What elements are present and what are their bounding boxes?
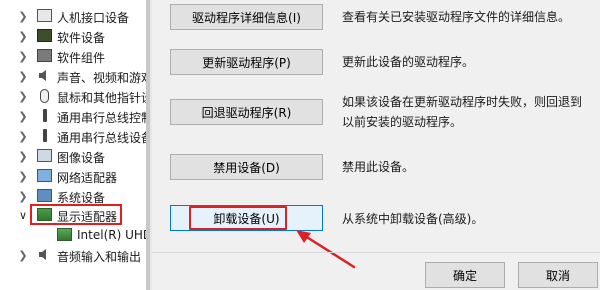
speaker-icon [37,69,52,82]
usb-icon [43,129,47,142]
chevron-right-icon[interactable]: ❯ [17,86,29,106]
tree-item-imaging[interactable]: ❯ 图像设备 [0,146,146,166]
disable-device-description: 禁用此设备。 [342,160,415,174]
tree-item-network-adapters[interactable]: ❯ 网络适配器 [0,166,146,186]
tree-item-label: 鼠标和其他指针设备 [57,91,146,105]
tree-item-label: 软件设备 [57,31,106,45]
camera-icon [37,149,52,162]
chevron-right-icon[interactable]: ❯ [17,126,29,146]
chevron-right-icon[interactable]: ❯ [17,106,29,126]
tree-item-system-devices[interactable]: ❯ 系统设备 [0,186,146,206]
roll-back-driver-description: 如果该设备在更新驱动程序时失败，则回退到以前安装的驱动程序。 [342,95,583,129]
ok-button[interactable]: 确定 [425,262,505,288]
software-device-icon [37,29,52,42]
usb-icon [43,109,47,122]
roll-back-driver-button[interactable]: 回退驱动程序(R) [170,99,323,125]
tree-item-intel-uhd[interactable]: Intel(R) UHD Graphics [0,225,146,245]
chevron-right-icon[interactable]: ❯ [17,6,29,26]
update-driver-button[interactable]: 更新驱动程序(P) [170,49,323,75]
mouse-icon [40,89,49,103]
driver-tab-panel [152,0,600,290]
uninstall-highlight [189,206,287,230]
chevron-right-icon[interactable]: ❯ [17,186,29,206]
tree-item-label: 通用串行总线控制器 [57,111,146,125]
tree-item-label: 图像设备 [57,151,106,165]
uninstall-device-description: 从系统中卸载设备(高级)。 [342,212,484,226]
tree-item-usb-controllers[interactable]: ❯ 通用串行总线控制器 [0,106,146,126]
driver-details-button[interactable]: 驱动程序详细信息(I) [170,4,323,30]
tree-item-label: 音频输入和输出 [57,250,142,264]
hid-icon [37,9,52,22]
tree-item-software-components[interactable]: ❯ 软件组件 [0,46,146,66]
chevron-right-icon[interactable]: ❯ [17,26,29,46]
tree-item-label: Intel(R) UHD Graphics [77,228,146,242]
cancel-button[interactable]: 取消 [518,262,598,288]
panel-divider [150,0,152,290]
dialog-divider [152,252,600,253]
chevron-right-icon[interactable]: ❯ [17,166,29,186]
chevron-right-icon[interactable]: ❯ [17,66,29,86]
system-device-icon [37,189,52,202]
tree-item-mouse[interactable]: ❯ 鼠标和其他指针设备 [0,86,146,106]
tree-item-label: 通用串行总线设备 [57,131,146,145]
display-adapter-highlight [30,204,122,225]
chevron-right-icon[interactable]: ❯ [17,245,29,265]
audio-io-icon [37,248,52,261]
disable-device-button[interactable]: 禁用设备(D) [170,154,323,180]
software-component-icon [37,49,52,62]
update-driver-description: 更新此设备的驱动程序。 [342,55,475,69]
tree-item-sound-video-game[interactable]: ❯ 声音、视频和游戏控制器 [0,66,146,86]
tree-item-label: 软件组件 [57,51,106,65]
chevron-right-icon[interactable]: ❯ [17,46,29,66]
tree-item-label: 网络适配器 [57,171,118,185]
tree-item-hid[interactable]: ❯ 人机接口设备 [0,6,146,26]
tree-item-label: 声音、视频和游戏控制器 [57,71,146,85]
gpu-icon [57,228,72,241]
driver-details-description: 查看有关已安装驱动程序文件的详细信息。 [342,10,571,24]
device-tree[interactable]: ❯ 人机接口设备 ❯ 软件设备 ❯ 软件组件 ❯ 声音、视频和游戏控制器 ❯ 鼠… [0,0,146,290]
network-adapter-icon [37,169,52,182]
tree-item-audio-io[interactable]: ❯ 音频输入和输出 [0,245,146,265]
chevron-right-icon[interactable]: ❯ [17,146,29,166]
tree-item-label: 人机接口设备 [57,11,130,25]
tree-item-software-devices[interactable]: ❯ 软件设备 [0,26,146,46]
tree-item-usb-devices[interactable]: ❯ 通用串行总线设备 [0,126,146,146]
chevron-down-icon[interactable]: ∨ [17,205,29,225]
